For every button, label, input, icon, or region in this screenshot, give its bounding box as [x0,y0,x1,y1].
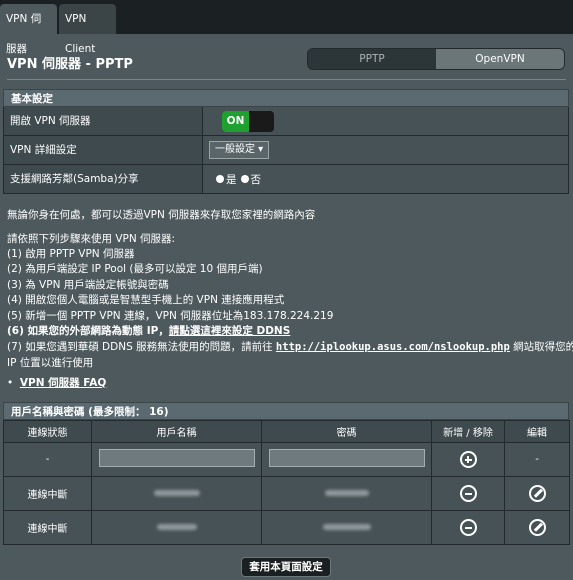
protocol-switch[interactable]: PPTP OpenVPN [307,48,565,70]
step-1: (1) 啟用 PPTP VPN 伺服器 [7,248,135,260]
step-7: (7) 如果您遇到華碩 DDNS 服務無法使用的問題，請前往 http://ip… [7,339,573,354]
step-2: (2) 為用戶端設定 IP Pool (最多可以設定 10 個用戶端) [7,263,263,275]
remove-icon[interactable] [459,485,477,502]
enable-vpn-label: 開啟 VPN 伺服器 [4,107,203,135]
samba-no-radio[interactable] [240,175,249,183]
ddns-link[interactable]: 請點選這裡來設定 DDNS [169,325,290,337]
password-masked [324,490,369,496]
no-label: 否 [250,173,262,186]
vpn-detail-label: VPN 詳細設定 [4,136,203,164]
intro-text: 無論你身在何處，都可以透過VPN 伺服器來存取您家裡的網路內容 [7,209,316,221]
user-status: 連線中斷 [3,510,92,545]
add-icon[interactable] [459,451,477,468]
toggle-knob [249,110,274,132]
vpn-detail-select[interactable]: 一般設定 ▾ [209,141,270,159]
pptp-option[interactable]: PPTP [308,49,436,69]
username-masked [153,490,200,496]
samba-yes-radio[interactable] [216,175,224,183]
col-password: 密碼 [261,420,432,443]
enable-vpn-row: 開啟 VPN 伺服器 ON [3,107,569,136]
step-5: (5) 新增一個 PPTP VPN 連線，VPN 伺服器位址為183.178.2… [7,310,334,322]
apply-button[interactable]: 套用本頁面設定 [241,557,331,577]
samba-label: 支援網路芳鄰(Samba)分享 [4,165,203,193]
col-status: 連線狀態 [3,420,92,443]
yes-label: 是 [226,173,237,186]
vpn-toggle[interactable]: ON [222,110,274,132]
users-table: 連線狀態 用戶名稱 密碼 新增 / 移除 編輯 - - 連線中斷 連線中斷 [3,420,570,545]
col-username: 用戶名稱 [91,420,262,443]
add-user-row: - - [3,442,570,477]
user-status: 連線中斷 [3,476,92,511]
tab-vpn-server[interactable]: VPN 伺服器 [0,4,57,55]
col-add-remove: 新增 / 移除 [431,420,505,443]
tab-vpn-client[interactable]: VPN Client [59,4,116,55]
vpn-detail-row: VPN 詳細設定 一般設定 ▾ [3,136,569,165]
table-row: 連線中斷 [3,476,570,511]
faq-link[interactable]: VPN 伺服器 FAQ [20,377,106,389]
add-edit: - [504,442,570,477]
step-7-line2: IP 位置以進行使用 [7,357,94,369]
new-password-input[interactable] [268,449,425,467]
openvpn-option[interactable]: OpenVPN [436,49,564,69]
divider [7,79,566,80]
step-7-text: (7) 如果您遇到華碩 DDNS 服務無法使用的問題，請前往 [7,341,276,353]
username-masked [156,524,197,530]
password-masked [322,524,371,530]
step-6: (6) 如果您的外部網路為動態 IP，請點選這裡來設定 DDNS [7,323,290,338]
edit-icon[interactable] [528,485,546,502]
steps-title: 請依照下列步驟來使用 VPN 伺服器: [7,233,176,245]
new-username-input[interactable] [98,449,255,467]
select-value: 一般設定 [215,144,255,155]
table-row: 連線中斷 [3,510,570,545]
users-header: 用戶名稱與密碼 (最多限制： 16) [3,402,569,420]
step-7-tail: 網站取得您的寄體 [513,341,573,353]
step-6-text: (6) 如果您的外部網路為動態 IP， [7,325,169,337]
basic-settings-header: 基本設定 [3,89,569,107]
edit-icon[interactable] [528,519,546,536]
table-header-row: 連線狀態 用戶名稱 密碼 新增 / 移除 編輯 [3,420,570,443]
add-status: - [3,442,92,477]
samba-row: 支援網路芳鄰(Samba)分享 是 否 [3,165,569,194]
remove-icon[interactable] [459,519,477,536]
iplookup-link[interactable]: http://iplookup.asus.com/nslookup.php [276,341,510,353]
tab-bar: VPN 伺服器 VPN Client [0,0,573,55]
step-4: (4) 開啟您個人電腦或是智慧型手機上的 VPN 連接應用程式 [7,294,285,306]
step-3: (3) 為 VPN 用戶端設定帳號與密碼 [7,279,169,291]
col-edit: 編輯 [504,420,570,443]
faq-item: • VPN 伺服器 FAQ [7,377,107,389]
page-title: VPN 伺服器 - PPTP [7,57,133,72]
toggle-on-label: ON [222,110,249,132]
